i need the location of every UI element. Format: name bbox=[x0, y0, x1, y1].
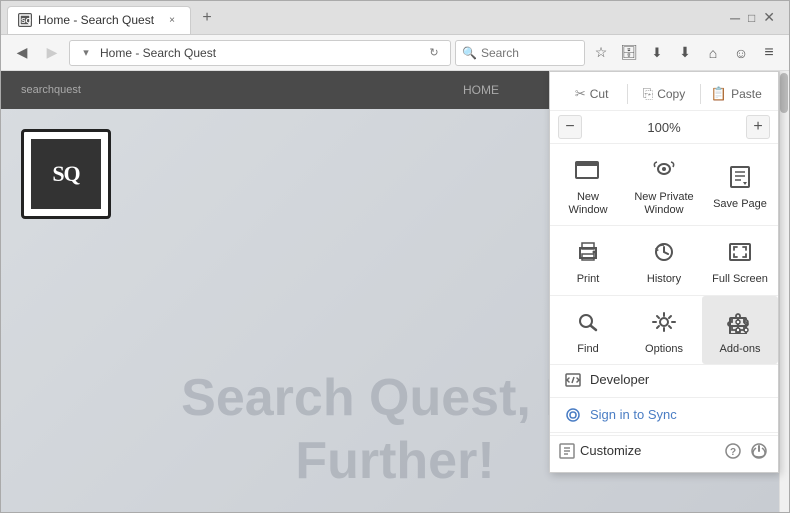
menu-separator-2 bbox=[550, 432, 778, 433]
developer-button[interactable]: Developer bbox=[550, 365, 778, 395]
tab-title: Home - Search Quest bbox=[38, 13, 154, 27]
ccp-divider-2 bbox=[700, 84, 701, 104]
cut-icon: ✂ bbox=[575, 86, 586, 102]
new-window-label: New Window bbox=[556, 191, 620, 217]
scrollbar-thumb[interactable] bbox=[780, 73, 788, 113]
browser-window: SQ Home - Search Quest × + ─ □ ✕ ◀ ▶ ▾ ↻ bbox=[0, 0, 790, 513]
browser-menu: ✂ Cut ⎘ Copy 📋 Paste − 100% + bbox=[549, 71, 779, 473]
new-window-icon bbox=[572, 154, 604, 186]
search-bar[interactable]: 🔍 bbox=[455, 40, 585, 66]
ccp-divider-1 bbox=[627, 84, 628, 104]
home-icon[interactable]: ⌂ bbox=[701, 41, 725, 65]
download-icon[interactable]: ⬇ bbox=[673, 41, 697, 65]
developer-label: Developer bbox=[590, 372, 649, 387]
addons-icon bbox=[724, 306, 756, 338]
hamburger-menu-icon[interactable]: ≡ bbox=[757, 41, 781, 65]
new-private-window-label: New Private Window bbox=[634, 191, 693, 217]
menu-row-3: Find Options bbox=[550, 296, 778, 365]
addons-button[interactable]: Add-ons bbox=[702, 296, 778, 364]
address-input[interactable] bbox=[100, 46, 420, 60]
window-controls: ─ □ ✕ bbox=[730, 9, 783, 26]
sign-in-sync-label: Sign in to Sync bbox=[590, 407, 677, 422]
history-icon bbox=[648, 236, 680, 268]
options-icon bbox=[648, 306, 680, 338]
options-label: Options bbox=[645, 343, 683, 356]
account-icon[interactable]: ☺ bbox=[729, 41, 753, 65]
sign-in-sync-button[interactable]: Sign in to Sync bbox=[550, 400, 778, 430]
help-icon[interactable]: ? bbox=[722, 440, 744, 462]
copy-label: Copy bbox=[657, 87, 685, 101]
save-page-icon bbox=[724, 161, 756, 193]
save-page-label: Save Page bbox=[713, 198, 767, 211]
options-button[interactable]: Options bbox=[626, 296, 702, 364]
copy-icon: ⎘ bbox=[643, 86, 653, 102]
address-bar[interactable]: ▾ ↻ bbox=[69, 40, 451, 66]
print-icon bbox=[572, 236, 604, 268]
zoom-out-button[interactable]: − bbox=[558, 115, 582, 139]
history-button[interactable]: History bbox=[626, 226, 702, 294]
minimize-button[interactable]: ─ bbox=[730, 10, 740, 26]
maximize-button[interactable]: □ bbox=[748, 11, 755, 25]
title-bar: SQ Home - Search Quest × + ─ □ ✕ bbox=[1, 1, 789, 35]
menu-row-2: Print History bbox=[550, 226, 778, 295]
full-screen-icon bbox=[724, 236, 756, 268]
paste-button[interactable]: 📋 Paste bbox=[703, 82, 770, 106]
search-icon: 🔍 bbox=[462, 46, 477, 60]
save-page-button[interactable]: Save Page bbox=[702, 144, 778, 225]
paste-icon: 📋 bbox=[711, 86, 727, 102]
find-icon bbox=[572, 306, 604, 338]
print-button[interactable]: Print bbox=[550, 226, 626, 294]
menu-separator-1 bbox=[550, 397, 778, 398]
customize-icon bbox=[558, 442, 576, 460]
new-private-window-icon bbox=[648, 154, 680, 186]
full-screen-button[interactable]: Full Screen bbox=[702, 226, 778, 294]
developer-icon bbox=[564, 371, 582, 389]
find-button[interactable]: Find bbox=[550, 296, 626, 364]
zoom-in-button[interactable]: + bbox=[746, 115, 770, 139]
tab-close-button[interactable]: × bbox=[164, 12, 180, 28]
copy-button[interactable]: ⎘ Copy bbox=[630, 82, 697, 106]
menu-row-1: New Window New Private Window bbox=[550, 144, 778, 226]
scrollbar[interactable] bbox=[779, 71, 789, 512]
cut-button[interactable]: ✂ Cut bbox=[558, 82, 625, 106]
site-home-nav[interactable]: HOME bbox=[463, 83, 499, 97]
forward-button[interactable]: ▶ bbox=[39, 40, 65, 66]
close-window-button[interactable]: ✕ bbox=[763, 9, 775, 26]
site-logo: SQ bbox=[21, 129, 111, 219]
bookmark-star-icon[interactable]: ☆ bbox=[589, 41, 613, 65]
full-screen-label: Full Screen bbox=[712, 273, 768, 286]
customize-label[interactable]: Customize bbox=[580, 443, 718, 458]
back-button[interactable]: ◀ bbox=[9, 40, 35, 66]
sync-icon bbox=[564, 406, 582, 424]
addons-label: Add-ons bbox=[720, 343, 761, 356]
pocket-icon[interactable]: ⬇ bbox=[645, 41, 669, 65]
new-tab-button[interactable]: + bbox=[195, 6, 219, 30]
cut-label: Cut bbox=[590, 87, 609, 101]
new-private-window-button[interactable]: New Private Window bbox=[626, 144, 702, 225]
find-label: Find bbox=[577, 343, 598, 356]
nav-bar: ◀ ▶ ▾ ↻ 🔍 ☆ 🗄 ⬇ ⬇ ⌂ ☺ ≡ bbox=[1, 35, 789, 71]
svg-text:SQ: SQ bbox=[21, 18, 31, 25]
site-logo-inner: SQ bbox=[31, 139, 101, 209]
active-tab[interactable]: SQ Home - Search Quest × bbox=[7, 6, 191, 34]
save-icon[interactable]: 🗄 bbox=[617, 41, 641, 65]
paste-label: Paste bbox=[731, 87, 762, 101]
power-icon[interactable] bbox=[748, 440, 770, 462]
site-logo-letters: SQ bbox=[52, 161, 79, 187]
new-window-button[interactable]: New Window bbox=[550, 144, 626, 225]
page-content: searchquest HOME SQ Search Quest, Lo Fur… bbox=[1, 71, 789, 512]
menu-bottom-bar: Customize ? bbox=[550, 435, 778, 466]
svg-text:?: ? bbox=[730, 447, 736, 458]
nav-icons: ☆ 🗄 ⬇ ⬇ ⌂ ☺ ≡ bbox=[589, 41, 781, 65]
print-label: Print bbox=[577, 273, 600, 286]
site-logo-text: searchquest bbox=[21, 84, 81, 96]
refresh-icon[interactable]: ↻ bbox=[424, 43, 444, 63]
cut-copy-paste-row: ✂ Cut ⎘ Copy 📋 Paste bbox=[550, 78, 778, 111]
tab-favicon: SQ bbox=[18, 13, 32, 27]
history-label: History bbox=[647, 273, 681, 286]
zoom-level: 100% bbox=[586, 120, 742, 135]
address-dropdown-icon: ▾ bbox=[76, 43, 96, 63]
zoom-row: − 100% + bbox=[550, 111, 778, 144]
